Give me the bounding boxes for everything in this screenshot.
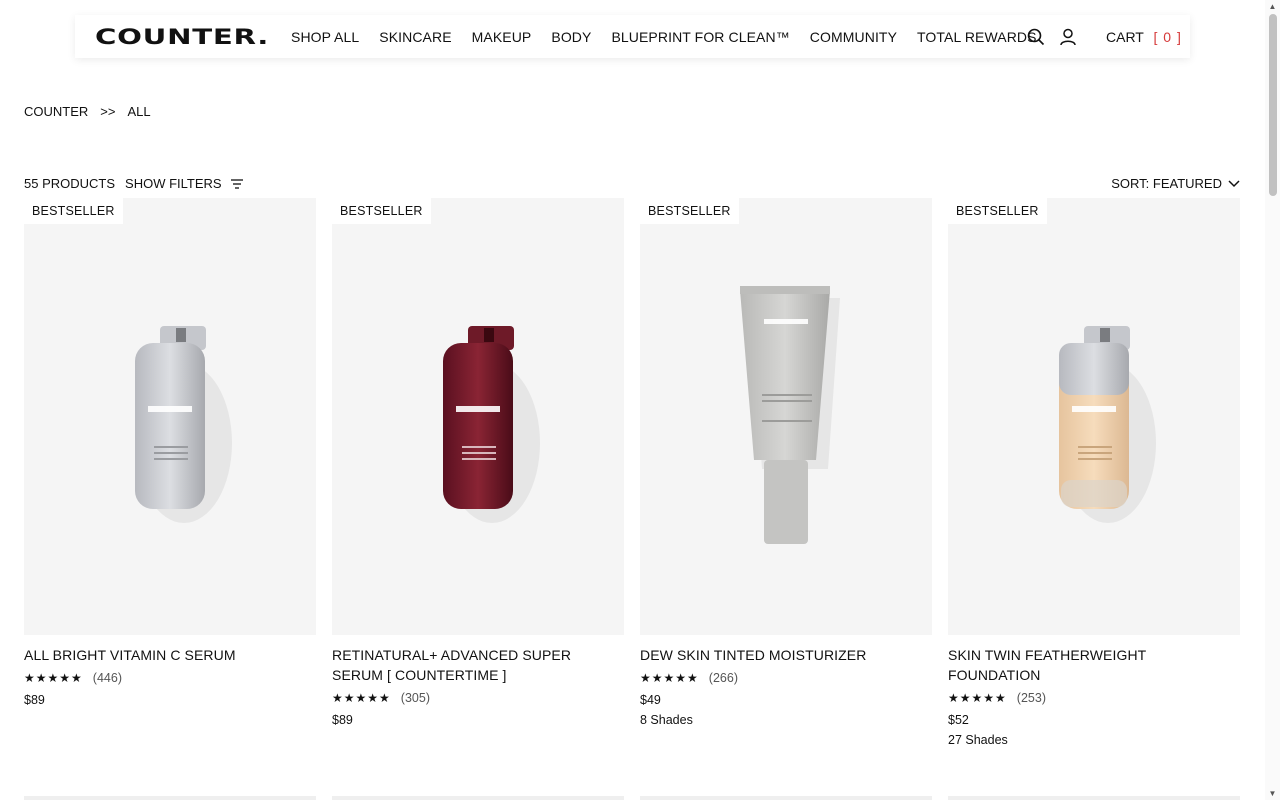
product-price: $89 [24, 693, 45, 707]
nav-total-rewards[interactable]: TOTAL REWARDS [917, 29, 1037, 45]
product-image[interactable]: BESTSELLER [24, 198, 316, 635]
product-grid: BESTSELLER ALL BRIGHT VITAMIN C SERUM ★★… [24, 198, 1240, 747]
logo-wordmark: COUNTER. [95, 27, 269, 47]
product-card[interactable]: BESTSELLER DEW SKIN TINTED MOISTURIZER ★… [640, 198, 932, 747]
product-price: $89 [332, 713, 353, 727]
star-rating-icon: ★★★★★ [332, 691, 391, 705]
product-image[interactable]: BESTSELLER [948, 198, 1240, 635]
serum-bottle-image [135, 326, 232, 523]
nav-makeup[interactable]: MAKEUP [472, 29, 532, 45]
main-nav: SHOP ALL SKINCARE MAKEUP BODY BLUEPRINT … [291, 15, 1057, 58]
sort-dropdown[interactable]: SORT: FEATURED [1111, 176, 1240, 191]
shade-count: 8 Shades [640, 713, 693, 727]
product-price: $52 [948, 713, 969, 727]
bestseller-badge: BESTSELLER [24, 198, 123, 224]
product-rating[interactable]: ★★★★★ (305) [332, 691, 624, 705]
product-rating[interactable]: ★★★★★ (266) [640, 671, 932, 685]
product-title[interactable]: DEW SKIN TINTED MOISTURIZER [640, 645, 932, 665]
page-scrollbar[interactable]: ▲ ▼ [1265, 0, 1280, 800]
product-title[interactable]: SKIN TWIN FEATHERWEIGHT FOUNDATION [948, 645, 1240, 685]
svg-text:COUNTER.: COUNTER. [95, 27, 269, 47]
nav-blueprint-for-clean[interactable]: BLUEPRINT FOR CLEAN™ [611, 29, 789, 45]
scroll-up-arrow-icon[interactable]: ▲ [1268, 2, 1277, 11]
moisturizer-tube-image [740, 286, 840, 544]
site-header: COUNTER. SHOP ALL SKINCARE MAKEUP BODY B… [75, 15, 1190, 58]
nav-community[interactable]: COMMUNITY [810, 29, 897, 45]
nav-skincare[interactable]: SKINCARE [379, 29, 451, 45]
chevron-down-icon [1228, 179, 1240, 187]
listing-toolbar: 55 PRODUCTS SHOW FILTERS [24, 176, 244, 191]
product-title[interactable]: RETINATURAL+ ADVANCED SUPER SERUM [ COUN… [332, 645, 624, 685]
sort-label: SORT: FEATURED [1111, 176, 1222, 191]
next-product-row [24, 796, 1256, 800]
shade-count: 27 Shades [948, 733, 1008, 747]
user-icon[interactable] [1058, 27, 1078, 47]
review-count: (266) [708, 671, 738, 685]
star-rating-icon: ★★★★★ [640, 671, 699, 685]
product-card[interactable]: BESTSELLER RETINATURAL+ ADVANCED SUPER S… [332, 198, 624, 747]
breadcrumb-current: ALL [127, 104, 151, 119]
product-rating[interactable]: ★★★★★ (253) [948, 691, 1240, 705]
foundation-bottle-image [1059, 326, 1156, 523]
next-product-thumb [640, 796, 932, 800]
next-product-thumb [24, 796, 316, 800]
nav-body[interactable]: BODY [551, 29, 591, 45]
product-image[interactable]: BESTSELLER [640, 198, 932, 635]
header-actions: CART [ 0 ] [1026, 15, 1182, 58]
product-image[interactable]: BESTSELLER [332, 198, 624, 635]
bestseller-badge: BESTSELLER [948, 198, 1047, 224]
serum-bottle-image [443, 326, 540, 523]
cart-button[interactable]: CART [ 0 ] [1106, 29, 1182, 45]
show-filters-button[interactable]: SHOW FILTERS [125, 176, 244, 191]
review-count: (305) [400, 691, 430, 705]
bestseller-badge: BESTSELLER [640, 198, 739, 224]
breadcrumb-separator: >> [100, 104, 116, 119]
product-price: $49 [640, 693, 661, 707]
star-rating-icon: ★★★★★ [948, 691, 1007, 705]
product-rating[interactable]: ★★★★★ (446) [24, 671, 316, 685]
review-count: (446) [92, 671, 122, 685]
product-title[interactable]: ALL BRIGHT VITAMIN C SERUM [24, 645, 316, 665]
star-rating-icon: ★★★★★ [24, 671, 83, 685]
show-filters-label: SHOW FILTERS [125, 176, 222, 191]
product-card[interactable]: BESTSELLER ALL BRIGHT VITAMIN C SERUM ★★… [24, 198, 316, 747]
product-count: 55 PRODUCTS [24, 176, 116, 191]
cart-count: [ 0 ] [1153, 28, 1182, 45]
nav-shop-all[interactable]: SHOP ALL [291, 29, 359, 45]
counter-logo[interactable]: COUNTER. [95, 27, 269, 47]
breadcrumb-root[interactable]: COUNTER [24, 104, 88, 119]
next-product-thumb [948, 796, 1240, 800]
cart-label: CART [1106, 28, 1144, 45]
scroll-down-arrow-icon[interactable]: ▼ [1268, 789, 1277, 798]
product-card[interactable]: BESTSELLER SKIN TWIN FEATHERWEIGHT FOUND… [948, 198, 1240, 747]
review-count: (253) [1016, 691, 1046, 705]
breadcrumb: COUNTER >> ALL [24, 104, 151, 119]
search-icon[interactable] [1026, 27, 1046, 47]
scrollbar-thumb[interactable] [1269, 14, 1277, 196]
bestseller-badge: BESTSELLER [332, 198, 431, 224]
filter-icon [230, 178, 243, 189]
next-product-thumb [332, 796, 624, 800]
